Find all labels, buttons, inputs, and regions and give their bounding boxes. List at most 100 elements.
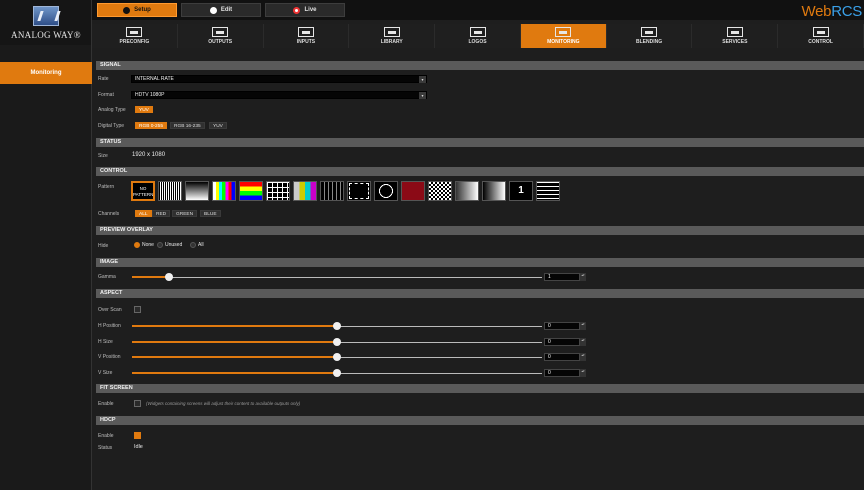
tab-label: CONTROL (808, 39, 833, 45)
spinner-icon[interactable]: ▴▾ (580, 369, 586, 377)
h-size-slider[interactable] (132, 338, 542, 346)
rate-value: INTERNAL RATE (135, 76, 174, 82)
section-hdcp: HDCP (96, 416, 864, 425)
v-position-input[interactable]: 0 ▴▾ (544, 353, 586, 361)
channels-label: Channels (98, 211, 120, 217)
analog-type-label: Analog Type (98, 107, 126, 113)
logo-icon (33, 6, 59, 26)
channel-green[interactable]: GREEN (172, 210, 198, 217)
spinner-icon[interactable]: ▴▾ (580, 273, 586, 281)
gamma-label: Gamma (98, 274, 116, 280)
v-position-label: V Position (98, 354, 121, 360)
mode-live-button[interactable]: Live (265, 3, 345, 17)
slider-knob[interactable] (333, 369, 341, 377)
preconfig-icon (126, 27, 143, 37)
mode-bar: Setup Edit Live WebRCS (92, 0, 864, 20)
v-size-input[interactable]: 0 ▴▾ (544, 369, 586, 377)
section-status: STATUS (96, 138, 864, 147)
spinner-icon[interactable]: ▴▾ (580, 322, 586, 330)
mode-edit-button[interactable]: Edit (181, 3, 261, 17)
h-position-value: 0 (548, 323, 551, 329)
pattern-pluge[interactable] (320, 181, 344, 201)
h-position-input[interactable]: 0 ▴▾ (544, 322, 586, 330)
logo-text: ANALOG WAY® (11, 30, 81, 40)
v-position-value: 0 (548, 354, 551, 360)
analog-type-yuv[interactable]: YUV (135, 106, 153, 113)
fit-enable-label: Enable (98, 401, 114, 407)
slider-knob[interactable] (333, 338, 341, 346)
rate-select[interactable]: INTERNAL RATE ▾ (131, 75, 427, 83)
pattern-color-bars[interactable] (212, 181, 236, 201)
monitoring-icon (555, 27, 572, 37)
fit-enable-checkbox[interactable] (134, 400, 141, 407)
format-select[interactable]: HDTV 1080P ▾ (131, 91, 427, 99)
pattern-lines[interactable] (158, 181, 182, 201)
pattern-h-gradient[interactable] (455, 181, 479, 201)
v-position-slider[interactable] (132, 353, 542, 361)
spinner-icon[interactable]: ▴▾ (580, 338, 586, 346)
pattern-red[interactable] (401, 181, 425, 201)
sidebar: Monitoring (0, 45, 92, 490)
slider-knob[interactable] (165, 273, 173, 281)
h-position-slider[interactable] (132, 322, 542, 330)
tab-label: INPUTS (296, 39, 316, 45)
tab-services[interactable]: SERVICES (692, 24, 779, 48)
gamma-input[interactable]: 1 ▴▾ (544, 273, 586, 281)
mode-edit-label: Edit (220, 7, 233, 13)
pattern-gradient[interactable] (185, 181, 209, 201)
spinner-icon[interactable]: ▴▾ (580, 353, 586, 361)
hide-all-radio[interactable]: All (190, 242, 204, 248)
slider-fill (132, 372, 337, 374)
radio-dot (134, 242, 140, 248)
tab-preconfig[interactable]: PRECONFIG (92, 24, 178, 48)
tab-monitoring[interactable]: MONITORING (520, 24, 607, 48)
sidebar-item-monitoring[interactable]: Monitoring (0, 62, 92, 84)
slider-knob[interactable] (333, 353, 341, 361)
hdcp-enable-label: Enable (98, 433, 114, 439)
gamma-slider[interactable] (132, 273, 542, 281)
tab-library[interactable]: LIBRARY (349, 24, 436, 48)
h-size-input[interactable]: 0 ▴▾ (544, 338, 586, 346)
channel-red[interactable]: RED (152, 210, 171, 217)
fit-screen-note: (Widgets containing screens will adjust … (146, 401, 301, 406)
pattern-border[interactable] (347, 181, 371, 201)
pattern-smpte[interactable] (293, 181, 317, 201)
tab-control[interactable]: CONTROL (778, 24, 864, 48)
pattern-ramp[interactable] (482, 181, 506, 201)
tab-inputs[interactable]: INPUTS (263, 24, 350, 48)
slider-knob[interactable] (333, 322, 341, 330)
digital-type-rgb16235[interactable]: RGB 16-235 (170, 122, 205, 129)
hdcp-status-label: Status (98, 445, 113, 451)
gamma-value: 1 (548, 274, 551, 280)
v-size-slider[interactable] (132, 369, 542, 377)
mode-live-label: Live (304, 7, 317, 13)
pattern-h-bars[interactable] (239, 181, 263, 201)
slider-fill (132, 276, 169, 278)
channel-blue[interactable]: BLUE (200, 210, 221, 217)
digital-type-rgb0255[interactable]: RGB 0-255 (135, 122, 167, 129)
size-label: Size (98, 153, 108, 159)
chevron-down-icon: ▾ (419, 92, 426, 99)
tab-blending[interactable]: BLENDING (606, 24, 693, 48)
radio-label: None (142, 242, 154, 248)
mode-setup-button[interactable]: Setup (97, 3, 177, 17)
pattern-none[interactable]: NO PATTERN (131, 181, 155, 201)
radio-label: Unused (165, 242, 183, 248)
pattern-hlines[interactable] (536, 181, 560, 201)
gear-icon (123, 6, 131, 14)
hide-unused-radio[interactable]: Unused (157, 242, 182, 248)
pattern-grid[interactable] (266, 181, 290, 201)
channel-all[interactable]: ALL (135, 210, 152, 217)
sidebar-item-label: Monitoring (30, 70, 62, 76)
section-image: IMAGE (96, 258, 864, 267)
overscan-checkbox[interactable] (134, 306, 141, 313)
digital-type-yuv[interactable]: YUV (209, 122, 227, 129)
pattern-checker[interactable] (428, 181, 452, 201)
hide-none-radio[interactable]: None (134, 242, 154, 248)
tab-outputs[interactable]: OUTPUTS (177, 24, 264, 48)
pattern-number[interactable]: 1 (509, 181, 533, 201)
pattern-circle[interactable] (374, 181, 398, 201)
tab-logos[interactable]: LOGOS (435, 24, 521, 48)
hdcp-enable-checkbox[interactable] (134, 432, 141, 439)
main-nav: PRECONFIG OUTPUTS INPUTS LIBRARY LOGOS M… (92, 24, 864, 48)
